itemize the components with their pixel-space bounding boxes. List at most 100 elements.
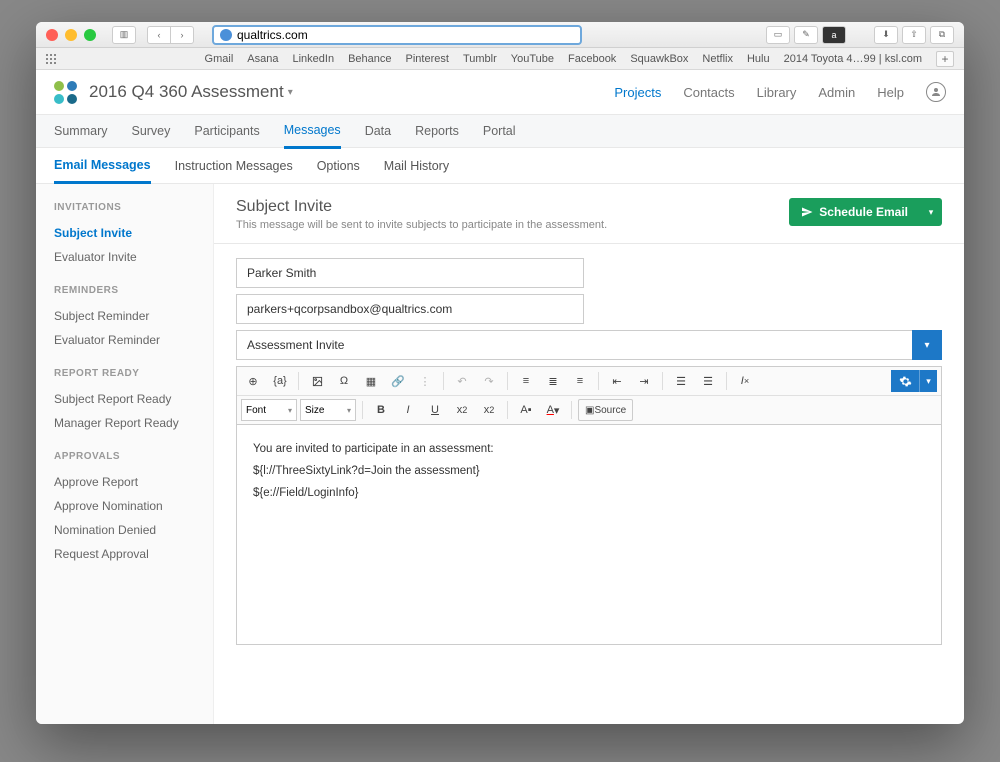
subscript-button[interactable]: x2	[450, 399, 474, 421]
extension-button-1[interactable]: ✎	[794, 26, 818, 44]
qualtrics-logo[interactable]	[54, 81, 77, 104]
user-avatar[interactable]	[926, 82, 946, 102]
new-tab-button[interactable]: +	[936, 51, 954, 67]
omega-button[interactable]: Ω	[332, 370, 356, 392]
underline-button[interactable]: U	[423, 399, 447, 421]
undo-button[interactable]: ↶	[450, 370, 474, 392]
tab-participants[interactable]: Participants	[194, 114, 259, 148]
nav-projects[interactable]: Projects	[614, 85, 661, 100]
gear-icon	[899, 375, 912, 388]
extension-button-2[interactable]: a	[822, 26, 846, 44]
bookmark-tumblr[interactable]: Tumblr	[463, 53, 497, 65]
sidebar-header-invitations: INVITATIONS	[36, 202, 213, 221]
piped-text-a-button[interactable]: {a}	[268, 370, 292, 392]
bookmark-youtube[interactable]: YouTube	[511, 53, 554, 65]
nav-admin[interactable]: Admin	[818, 85, 855, 100]
forward-button[interactable]: ›	[170, 26, 194, 44]
address-bar[interactable]	[212, 25, 582, 45]
numbered-list-button[interactable]: ☰	[669, 370, 693, 392]
source-button[interactable]: ▣ Source	[578, 399, 633, 421]
messages-sidebar: INVITATIONS Subject Invite Evaluator Inv…	[36, 184, 214, 724]
editor-body[interactable]: You are invited to participate in an ass…	[236, 425, 942, 645]
close-window-button[interactable]	[46, 29, 58, 41]
bookmark-squawkbox[interactable]: SquawkBox	[630, 53, 688, 65]
bold-button[interactable]: B	[369, 399, 393, 421]
maximize-window-button[interactable]	[84, 29, 96, 41]
bookmark-behance[interactable]: Behance	[348, 53, 391, 65]
tab-reports[interactable]: Reports	[415, 114, 459, 148]
bookmark-pinterest[interactable]: Pinterest	[406, 53, 449, 65]
table-button[interactable]: ▦	[359, 370, 383, 392]
align-right-button[interactable]: ≡	[568, 370, 592, 392]
tab-data[interactable]: Data	[365, 114, 391, 148]
unlink-button[interactable]: ⋮	[413, 370, 437, 392]
redo-button[interactable]: ↷	[477, 370, 501, 392]
sidebar-item-approve-report[interactable]: Approve Report	[36, 470, 213, 494]
secondary-tabs: Email Messages Instruction Messages Opti…	[36, 148, 964, 184]
sidebar-item-evaluator-reminder[interactable]: Evaluator Reminder	[36, 328, 213, 352]
apps-grid-icon[interactable]	[46, 54, 56, 64]
minimize-window-button[interactable]	[65, 29, 77, 41]
tabs-button[interactable]: ⧉	[930, 26, 954, 44]
sidebar-item-request-approval[interactable]: Request Approval	[36, 542, 213, 566]
tab-instruction-messages[interactable]: Instruction Messages	[175, 148, 293, 184]
piped-text-button[interactable]: ⊕	[241, 370, 265, 392]
link-button[interactable]: 🔗	[386, 370, 410, 392]
bookmark-netflix[interactable]: Netflix	[702, 53, 733, 65]
from-name-input[interactable]: Parker Smith	[236, 258, 584, 288]
nav-library[interactable]: Library	[757, 85, 797, 100]
italic-button[interactable]: I	[396, 399, 420, 421]
tab-email-messages[interactable]: Email Messages	[54, 148, 151, 184]
image-button[interactable]	[305, 370, 329, 392]
align-center-button[interactable]: ≣	[541, 370, 565, 392]
bookmark-asana[interactable]: Asana	[247, 53, 278, 65]
sidebar-item-nomination-denied[interactable]: Nomination Denied	[36, 518, 213, 542]
tab-portal[interactable]: Portal	[483, 114, 516, 148]
align-left-button[interactable]: ≡	[514, 370, 538, 392]
bookmark-hulu[interactable]: Hulu	[747, 53, 770, 65]
url-input[interactable]	[237, 28, 574, 42]
clear-format-button[interactable]: I×	[733, 370, 757, 392]
share-button[interactable]: ⇧	[902, 26, 926, 44]
superscript-button[interactable]: x2	[477, 399, 501, 421]
tab-survey[interactable]: Survey	[131, 114, 170, 148]
indent-button[interactable]: ⇥	[632, 370, 656, 392]
subject-input[interactable]: Assessment Invite	[236, 330, 912, 360]
sidebar-header-approvals: APPROVALS	[36, 451, 213, 470]
editor-settings-dropdown[interactable]: ▾	[919, 370, 937, 392]
project-title-dropdown[interactable]: 2016 Q4 360 Assessment ▾	[89, 82, 293, 102]
sidebar-item-subject-reminder[interactable]: Subject Reminder	[36, 304, 213, 328]
tab-options[interactable]: Options	[317, 148, 360, 184]
tab-mail-history[interactable]: Mail History	[384, 148, 449, 184]
downloads-button[interactable]: ⬇	[874, 26, 898, 44]
schedule-email-dropdown[interactable]: ▾	[920, 198, 942, 226]
sidebar-toggle-button[interactable]: ▥	[112, 26, 136, 44]
outdent-button[interactable]: ⇤	[605, 370, 629, 392]
bookmark-facebook[interactable]: Facebook	[568, 53, 616, 65]
sidebar-item-subject-invite[interactable]: Subject Invite	[36, 221, 213, 245]
reader-button[interactable]: ▭	[766, 26, 790, 44]
schedule-email-button[interactable]: Schedule Email	[789, 198, 920, 226]
font-select[interactable]: Font▾	[241, 399, 297, 421]
sidebar-item-approve-nomination[interactable]: Approve Nomination	[36, 494, 213, 518]
size-select[interactable]: Size▾	[300, 399, 356, 421]
tab-summary[interactable]: Summary	[54, 114, 107, 148]
back-button[interactable]: ‹	[147, 26, 171, 44]
sidebar-item-evaluator-invite[interactable]: Evaluator Invite	[36, 245, 213, 269]
sidebar-item-subject-report-ready[interactable]: Subject Report Ready	[36, 387, 213, 411]
nav-help[interactable]: Help	[877, 85, 904, 100]
subject-dropdown-button[interactable]: ▾	[912, 330, 942, 360]
bookmark-gmail[interactable]: Gmail	[205, 53, 234, 65]
editor-settings-button[interactable]	[891, 370, 919, 392]
bookmark-linkedin[interactable]: LinkedIn	[292, 53, 334, 65]
from-email-input[interactable]: parkers+qcorpsandbox@qualtrics.com	[236, 294, 584, 324]
bg-color-button[interactable]: A▪	[514, 399, 538, 421]
text-color-button[interactable]: A▾	[541, 399, 565, 421]
sidebar-item-manager-report-ready[interactable]: Manager Report Ready	[36, 411, 213, 435]
bullet-list-button[interactable]: ☰	[696, 370, 720, 392]
body-line-1: You are invited to participate in an ass…	[253, 439, 925, 461]
primary-tabs: Summary Survey Participants Messages Dat…	[36, 114, 964, 148]
nav-contacts[interactable]: Contacts	[683, 85, 734, 100]
bookmark-ksl[interactable]: 2014 Toyota 4…99 | ksl.com	[784, 53, 922, 65]
tab-messages[interactable]: Messages	[284, 115, 341, 149]
